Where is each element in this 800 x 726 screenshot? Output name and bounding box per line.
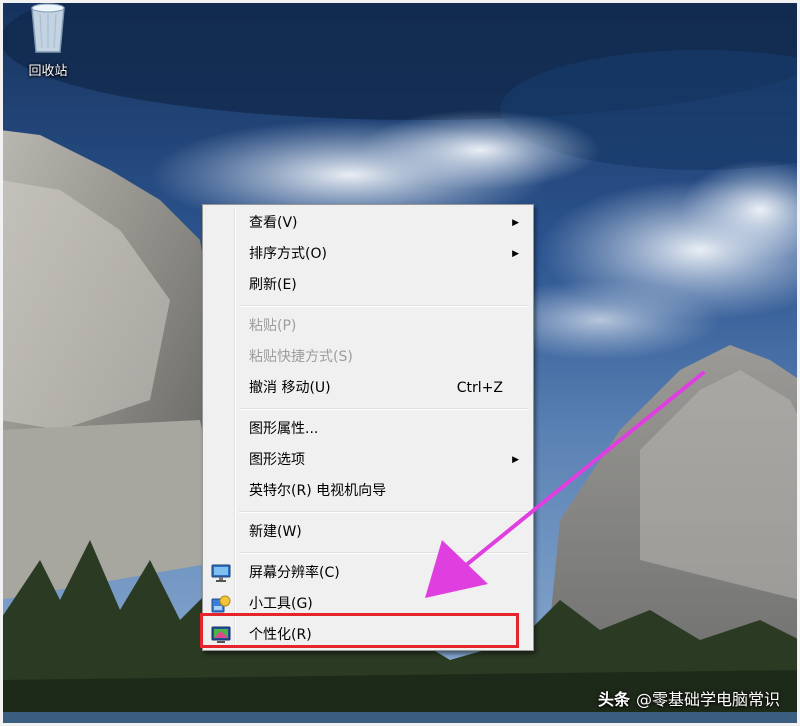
menu-item-label: 新建(W) — [249, 524, 302, 540]
menu-item-graphics-options[interactable]: 图形选项 ▶ — [205, 445, 531, 476]
watermark-text: @零基础学电脑常识 — [635, 690, 780, 709]
menu-item-label: 查看(V) — [249, 215, 298, 231]
menu-separator — [239, 305, 529, 307]
menu-item-undo-move[interactable]: 撤消 移动(U) Ctrl+Z — [205, 373, 531, 404]
menu-item-label: 屏幕分辨率(C) — [249, 565, 340, 581]
recycle-bin-label: 回收站 — [28, 64, 68, 79]
menu-item-paste: 粘贴(P) — [205, 311, 531, 342]
gadgets-icon — [211, 595, 231, 613]
watermark: 头条 @零基础学电脑常识 — [598, 686, 780, 710]
menu-item-intel-tv-wizard[interactable]: 英特尔(R) 电视机向导 — [205, 476, 531, 507]
menu-item-label: 小工具(G) — [249, 596, 313, 612]
recycle-bin-icon — [31, 3, 65, 53]
menu-item-gadgets[interactable]: 小工具(G) — [205, 589, 531, 620]
monitor-icon — [211, 564, 231, 582]
menu-item-personalize[interactable]: 个性化(R) — [205, 620, 531, 651]
menu-item-sort-by[interactable]: 排序方式(O) ▶ — [205, 239, 531, 270]
menu-item-new[interactable]: 新建(W) — [205, 517, 531, 548]
menu-item-label: 个性化(R) — [249, 627, 312, 643]
menu-item-graphics-properties[interactable]: 图形属性... — [205, 414, 531, 445]
menu-item-label: 排序方式(O) — [249, 246, 327, 262]
submenu-arrow-icon: ▶ — [512, 218, 519, 228]
menu-item-label: 粘贴快捷方式(S) — [249, 349, 353, 365]
personalize-icon — [211, 626, 231, 643]
menu-item-view[interactable]: 查看(V) ▶ — [205, 208, 531, 239]
menu-item-label: 图形属性... — [249, 421, 319, 437]
desktop-context-menu: 查看(V) ▶ 排序方式(O) ▶ 刷新(E) 粘贴(P) 粘贴快捷方式(S) … — [202, 204, 534, 651]
menu-separator — [239, 552, 529, 554]
submenu-arrow-icon: ▶ — [512, 249, 519, 259]
menu-item-refresh[interactable]: 刷新(E) — [205, 270, 531, 301]
menu-item-label: 图形选项 — [249, 452, 305, 468]
menu-item-shortcut: Ctrl+Z — [456, 380, 503, 396]
recycle-bin[interactable]: 回收站 — [14, 0, 82, 86]
menu-item-label: 英特尔(R) 电视机向导 — [249, 483, 387, 499]
watermark-brand: 头条 — [597, 690, 630, 709]
desktop: 回收站 查看(V) ▶ 排序方式(O) ▶ 刷新(E) 粘贴(P) 粘贴快捷方式… — [0, 0, 800, 726]
submenu-arrow-icon: ▶ — [512, 455, 519, 465]
menu-item-label: 撤消 移动(U) — [249, 380, 331, 396]
menu-item-paste-shortcut: 粘贴快捷方式(S) — [205, 342, 531, 373]
menu-item-label: 刷新(E) — [249, 277, 297, 293]
menu-separator — [239, 511, 529, 513]
menu-item-screen-resolution[interactable]: 屏幕分辨率(C) — [205, 558, 531, 589]
menu-separator — [239, 408, 529, 410]
menu-item-label: 粘贴(P) — [249, 318, 297, 334]
